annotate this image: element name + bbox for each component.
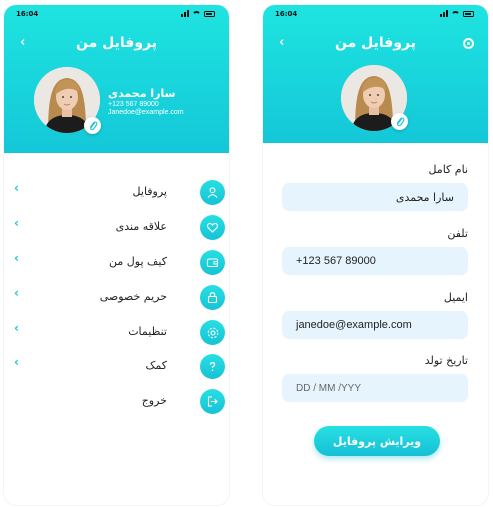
lock-icon [200,285,225,310]
email-field[interactable]: janedoe@example.com [282,311,468,339]
menu-item-label: خروج [141,394,167,407]
page-title: پروفایل من [335,35,416,51]
status-icons [181,10,215,17]
chevron-left-icon: ‹ [14,321,19,335]
menu-item-label: تنظیمات [128,325,167,338]
menu-item-logout[interactable]: خروج [4,386,229,418]
profile-menu-screen: 16:04 ‹ پروفایل من سارا محمدی +123 567 8… [4,5,229,505]
menu-item-label: علاقه مندی [115,220,167,233]
user-name: سارا محمدی [108,87,176,100]
profile-header: 16:04 ‹ پروفایل من [263,5,488,143]
menu-item-profile[interactable]: ‹ پروفایل [4,177,229,209]
camera-icon[interactable] [463,38,474,49]
menu-item-settings[interactable]: ‹ تنظیمات [4,317,229,349]
birthdate-label: تاریخ تولد [424,354,468,367]
status-time: 16:04 [16,10,39,18]
wifi-icon [192,10,201,17]
status-bar: 16:04 [4,9,229,21]
help-icon [200,354,225,379]
menu-item-favorites[interactable]: ‹ علاقه مندی [4,212,229,244]
full-name-label: نام کامل [428,163,468,176]
birthdate-field[interactable]: DD / MM /YYY [282,374,468,402]
menu-item-label: حریم خصوصی [99,290,167,303]
profile-header: 16:04 ‹ پروفایل من [4,5,229,153]
chevron-left-icon: ‹ [14,181,19,195]
battery-icon [463,10,474,17]
chevron-left-icon: ‹ [14,216,19,230]
menu-item-privacy[interactable]: ‹ حریم خصوصی [4,282,229,314]
phone-label: تلفن [447,227,468,240]
full-name-field[interactable]: سارا محمدی [282,183,468,211]
edit-profile-button[interactable]: ویرایش پروفایل [314,426,440,456]
user-icon [200,180,225,205]
user-email: Janedoe@example.com [108,109,184,116]
signal-icon [181,10,189,17]
status-bar: 16:04 [263,9,488,21]
status-time: 16:04 [275,10,298,18]
menu-item-label: کمک [145,359,167,372]
paperclip-icon [89,121,97,130]
user-info: سارا محمدی +123 567 89000 Janedoe@exampl… [108,87,184,116]
chevron-left-icon: ‹ [14,251,19,265]
page-title: پروفایل من [76,35,157,51]
gear-icon [200,320,225,345]
logout-icon [200,389,225,414]
email-label: ایمیل [443,291,468,304]
menu-item-help[interactable]: ‹ کمک [4,351,229,383]
edit-profile-screen: 16:04 ‹ پروفایل من نام کامل سارا محمدی ت… [263,5,488,505]
heart-icon [200,215,225,240]
menu-item-wallet[interactable]: ‹ کیف پول من [4,247,229,279]
menu-item-label: کیف پول من [109,255,167,268]
attach-photo-button[interactable] [84,117,101,134]
wallet-icon [200,250,225,275]
menu-item-label: پروفایل [132,185,167,198]
user-phone: +123 567 89000 [108,101,159,108]
paperclip-icon [396,117,404,126]
chevron-left-icon: ‹ [14,286,19,300]
chevron-left-icon: ‹ [14,355,19,369]
signal-icon [440,10,448,17]
attach-photo-button[interactable] [391,113,408,130]
battery-icon [204,10,215,17]
wifi-icon [451,10,460,17]
phone-field[interactable]: +123 567 89000 [282,247,468,275]
status-icons [440,10,474,17]
